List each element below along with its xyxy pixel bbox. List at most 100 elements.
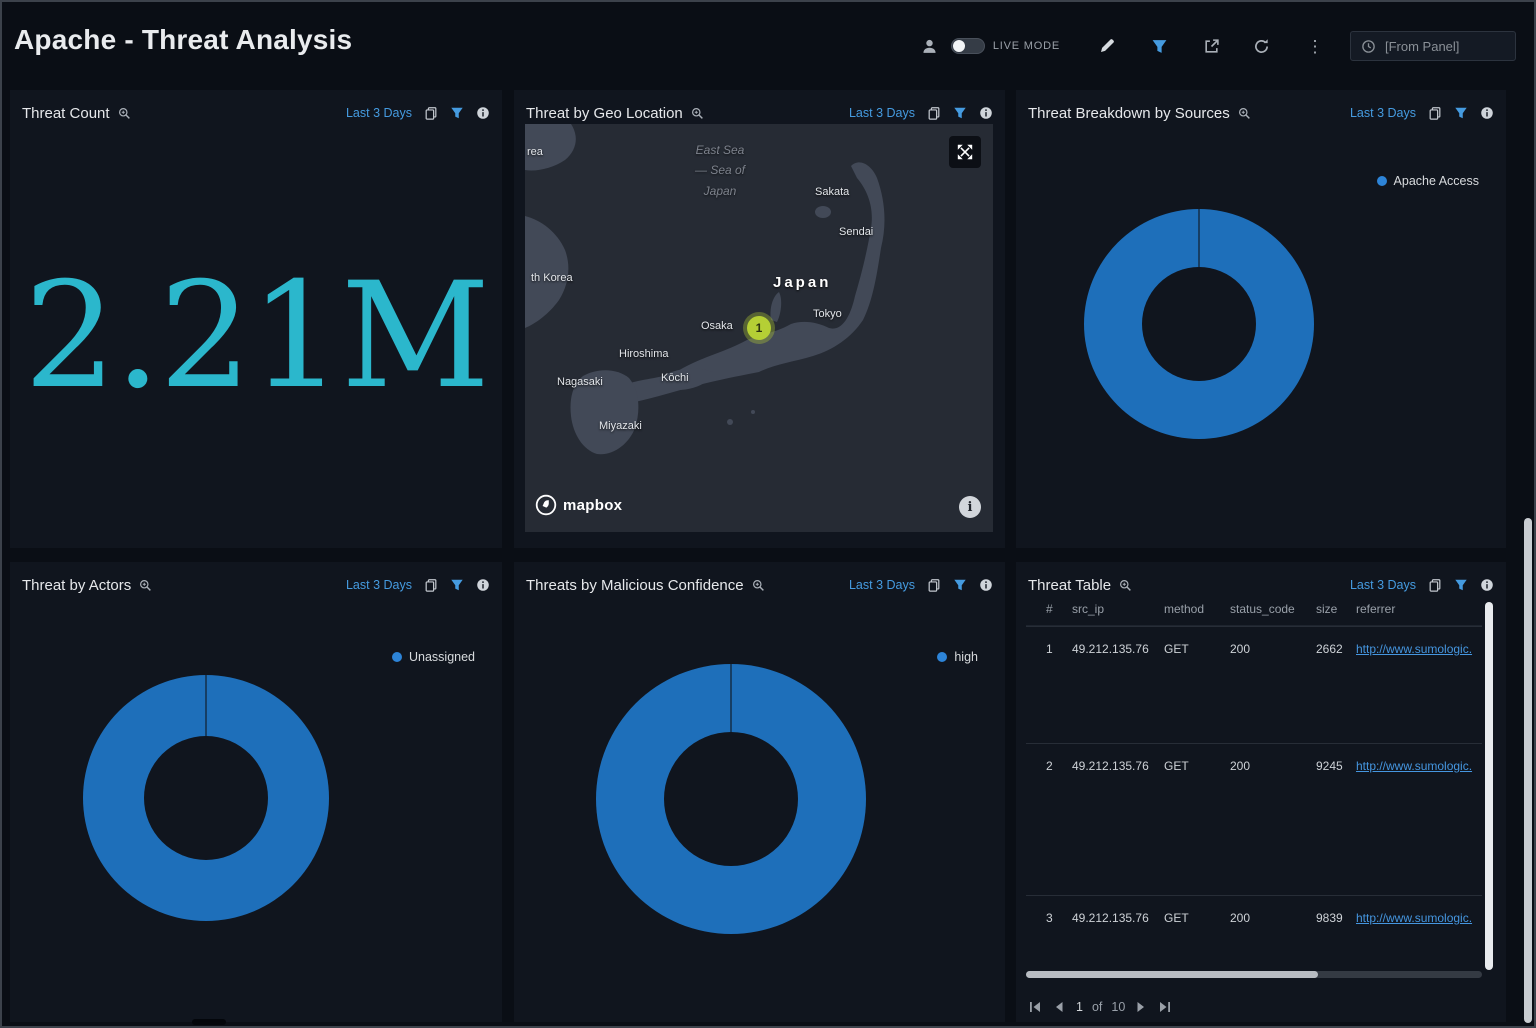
previous-page-icon[interactable] <box>1051 1000 1065 1014</box>
page-vertical-scrollbar-thumb[interactable] <box>1524 518 1532 1023</box>
panel-info-icon[interactable] <box>978 578 993 593</box>
panel-filter-icon[interactable] <box>1453 106 1468 121</box>
donut-chart-sources[interactable] <box>1084 209 1314 439</box>
panel-time-range[interactable]: Last 3 Days <box>1350 578 1416 592</box>
threat-table: # src_ip method status_code size referre… <box>1026 602 1482 968</box>
donut-chart-actors[interactable] <box>83 675 329 921</box>
donut-slice-boundary <box>1198 209 1200 267</box>
first-page-icon[interactable] <box>1028 1000 1042 1014</box>
cell-method: GET <box>1164 627 1230 656</box>
table-vertical-scrollbar[interactable] <box>1485 602 1493 970</box>
geo-map[interactable]: rea East Sea — Sea of Japan Sakata Senda… <box>525 124 993 532</box>
map-attribution-info-icon[interactable]: i <box>959 496 981 518</box>
live-mode-toggle[interactable] <box>951 38 985 54</box>
page-horizontal-scrollbar-thumb[interactable] <box>192 1019 226 1025</box>
pagination-of-label: of <box>1092 1000 1102 1014</box>
map-label-miyazaki: Miyazaki <box>599 420 642 432</box>
current-page[interactable]: 1 <box>1076 1000 1083 1014</box>
panel-time-range[interactable]: Last 3 Days <box>346 578 412 592</box>
panel-filter-icon[interactable] <box>952 106 967 121</box>
panel-filter-icon[interactable] <box>449 578 464 593</box>
map-expand-icon[interactable] <box>949 136 981 168</box>
panel-info-icon[interactable] <box>1479 106 1494 121</box>
donut-hole <box>664 732 798 866</box>
table-horizontal-scrollbar-thumb[interactable] <box>1026 971 1318 978</box>
threat-count-value: 2.21M <box>24 263 489 409</box>
panel-time-range[interactable]: Last 3 Days <box>346 106 412 120</box>
cell-referrer-link[interactable]: http://www.sumologic. <box>1356 627 1482 656</box>
cell-src-ip: 49.212.135.76 <box>1072 896 1164 925</box>
donut-chart-confidence[interactable] <box>596 664 866 934</box>
table-horizontal-scrollbar-track <box>1026 971 1482 978</box>
panel-filter-icon[interactable] <box>1453 578 1468 593</box>
dashboard-title: Apache - Threat Analysis <box>14 24 352 56</box>
mapbox-logo[interactable]: mapbox <box>535 494 622 516</box>
cell-referrer-link[interactable]: http://www.sumologic. <box>1356 896 1482 925</box>
legend-item[interactable]: Apache Access <box>1377 174 1479 188</box>
map-label-south-korea: th Korea <box>531 272 573 284</box>
map-cluster-marker[interactable]: 1 <box>747 316 771 340</box>
legend-item[interactable]: high <box>937 650 978 664</box>
panel-info-icon[interactable] <box>978 106 993 121</box>
mapbox-icon <box>535 494 557 516</box>
panel-header: Threat Count Last 3 Days <box>10 90 502 124</box>
zoom-in-icon[interactable] <box>751 578 766 593</box>
cell-row-number: 3 <box>1046 896 1072 925</box>
panel-time-range[interactable]: Last 3 Days <box>849 578 915 592</box>
column-header: size <box>1316 602 1356 616</box>
table-row: 3 49.212.135.76 GET 200 9839 http://www.… <box>1026 895 1482 968</box>
panel-filter-icon[interactable] <box>952 578 967 593</box>
panel-threat-actors: Threat by Actors Last 3 Days Unassigned <box>10 562 502 1022</box>
panel-filter-icon[interactable] <box>449 106 464 121</box>
copy-panel-icon[interactable] <box>423 106 438 121</box>
last-page-icon[interactable] <box>1157 1000 1171 1014</box>
copy-panel-icon[interactable] <box>926 106 941 121</box>
panel-time-range[interactable]: Last 3 Days <box>1350 106 1416 120</box>
zoom-in-icon[interactable] <box>138 578 153 593</box>
map-label-hiroshima: Hiroshima <box>619 348 669 360</box>
cell-referrer-link[interactable]: http://www.sumologic. <box>1356 744 1482 773</box>
panel-header: Threats by Malicious Confidence Last 3 D… <box>514 562 1005 596</box>
cell-method: GET <box>1164 896 1230 925</box>
panel-title: Threat by Geo Location <box>526 105 683 122</box>
cell-size: 9839 <box>1316 896 1356 925</box>
cell-status-code: 200 <box>1230 744 1316 773</box>
cell-status-code: 200 <box>1230 896 1316 925</box>
time-range-input[interactable]: [From Panel] <box>1350 31 1516 61</box>
column-header: # <box>1046 602 1072 616</box>
donut-slice-boundary <box>730 664 732 732</box>
zoom-in-icon[interactable] <box>690 106 705 121</box>
panel-info-icon[interactable] <box>1479 578 1494 593</box>
refresh-icon[interactable] <box>1250 35 1272 57</box>
copy-panel-icon[interactable] <box>1427 578 1442 593</box>
panel-header: Threat Breakdown by Sources Last 3 Days <box>1016 90 1506 124</box>
table-pagination: 1 of 10 <box>1028 1000 1171 1014</box>
panel-info-icon[interactable] <box>475 106 490 121</box>
zoom-in-icon[interactable] <box>1118 578 1133 593</box>
clock-icon <box>1361 39 1376 54</box>
panel-time-range[interactable]: Last 3 Days <box>849 106 915 120</box>
map-label-japan: Japan <box>773 274 831 291</box>
map-label-sea: East Sea — Sea of Japan <box>665 140 775 201</box>
share-export-icon[interactable] <box>1200 35 1222 57</box>
user-icon[interactable] <box>919 35 941 57</box>
copy-panel-icon[interactable] <box>926 578 941 593</box>
copy-panel-icon[interactable] <box>1427 106 1442 121</box>
column-header: src_ip <box>1072 602 1164 616</box>
edit-pencil-icon[interactable] <box>1096 35 1118 57</box>
panel-threat-geo: Threat by Geo Location Last 3 Days <box>514 90 1005 548</box>
legend-label: Apache Access <box>1394 174 1479 188</box>
mapbox-wordmark: mapbox <box>563 497 622 514</box>
copy-panel-icon[interactable] <box>423 578 438 593</box>
next-page-icon[interactable] <box>1134 1000 1148 1014</box>
panel-info-icon[interactable] <box>475 578 490 593</box>
total-pages: 10 <box>1111 1000 1125 1014</box>
kebab-menu-icon[interactable]: ⋮ <box>1304 35 1326 57</box>
panel-title: Threat Count <box>22 105 110 122</box>
zoom-in-icon[interactable] <box>117 106 132 121</box>
legend-item[interactable]: Unassigned <box>392 650 475 664</box>
zoom-in-icon[interactable] <box>1237 106 1252 121</box>
panel-threat-count: Threat Count Last 3 Days 2.21M <box>10 90 502 548</box>
filter-funnel-icon[interactable] <box>1148 35 1170 57</box>
cell-size: 9245 <box>1316 744 1356 773</box>
